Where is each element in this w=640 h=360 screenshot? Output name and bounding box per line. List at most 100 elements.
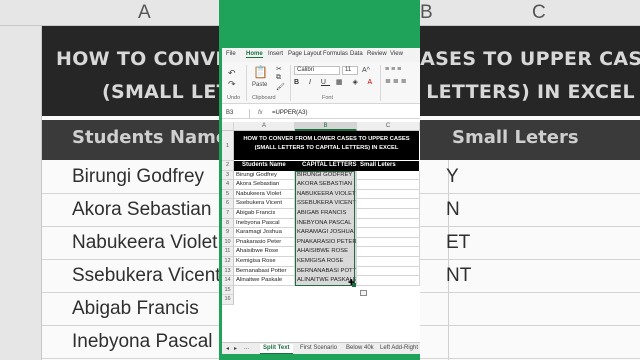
font-name-select[interactable]: Calibri: [294, 66, 340, 75]
cell-a[interactable]: Karamagi Joshua: [234, 228, 295, 238]
menu-insert[interactable]: Insert: [268, 51, 283, 57]
cell-a[interactable]: Inebyona Pascal: [234, 218, 295, 229]
font-grow-icon[interactable]: A^: [362, 67, 370, 74]
cell-b[interactable]: ABIGAB FRANCIS: [295, 209, 357, 219]
cell-c[interactable]: [357, 180, 420, 190]
worksheet-grid[interactable]: A B C 1 2 3 4 5 6 7 8 9 10 11 12 13 14 1…: [222, 122, 420, 342]
bg-header-left: Students Name: [72, 127, 229, 148]
bg-row-text: Nabukeera Violet: [72, 232, 218, 253]
menu-review[interactable]: Review: [367, 51, 387, 57]
cell-b[interactable]: KEMIGISA ROSE: [295, 257, 357, 267]
row-number[interactable]: 14: [222, 276, 234, 286]
bg-row-text: Akora Sebastian: [72, 199, 212, 220]
format-painter-icon[interactable]: 🖌: [276, 83, 285, 91]
font-size-select[interactable]: 11: [342, 66, 358, 75]
row-number[interactable]: 15: [222, 285, 234, 296]
cell-a[interactable]: Akora Sebastian: [234, 180, 295, 190]
cell-c[interactable]: [357, 228, 420, 238]
bg-column-a: A: [138, 2, 151, 23]
cell-c[interactable]: [357, 199, 420, 209]
row-number[interactable]: 16: [222, 295, 234, 305]
cell-b[interactable]: PNAKARASIO PETER: [295, 237, 357, 248]
font-format-buttons[interactable]: B I U ▦ ◈ A: [294, 78, 376, 86]
row-number[interactable]: 13: [222, 266, 234, 277]
cell-a[interactable]: Alinaitwe Paskale: [234, 276, 295, 286]
cell-c[interactable]: [357, 266, 420, 277]
redo-icon[interactable]: ↷: [228, 79, 236, 90]
row-number[interactable]: 10: [222, 237, 234, 248]
tab-split-text[interactable]: Split Text: [260, 344, 293, 354]
undo-icon[interactable]: ↶: [228, 68, 236, 79]
cell-c[interactable]: [357, 218, 420, 229]
sheet-title-line2: (SMALL LETTERS TO CAPITAL LETTERS) IN EX…: [254, 145, 399, 151]
menu-page-layout[interactable]: Page Layout: [288, 51, 322, 57]
cell-b[interactable]: AKORA SEBASTIAN: [295, 180, 357, 190]
row-number[interactable]: 2: [222, 161, 234, 171]
excel-window: File Home Insert Page Layout Formulas Da…: [222, 48, 420, 354]
group-separator: [380, 65, 381, 101]
cell-a[interactable]: Ahaisibwe Rose: [234, 247, 295, 257]
cell-b[interactable]: INEBYONA PASCAL: [295, 218, 357, 229]
quick-analysis-icon[interactable]: [360, 290, 367, 296]
cell-a[interactable]: Ssebukera Vicent: [234, 199, 295, 209]
cell-b[interactable]: SSEBUKERA VICENT: [295, 199, 357, 209]
row-number[interactable]: 7: [222, 209, 234, 219]
align-horizontal-icons[interactable]: ≣≣≣: [385, 77, 409, 85]
paste-icon[interactable]: 📋: [253, 65, 268, 79]
cell-a[interactable]: Bernanabasi Potter: [234, 266, 295, 277]
cut-icon[interactable]: ✂: [276, 65, 282, 73]
sheet-title-banner[interactable]: HOW TO CONVER FROM LOWER CASES TO UPPER …: [234, 131, 419, 160]
row-number[interactable]: 1: [222, 131, 234, 161]
cell-a[interactable]: Abigab Francis: [234, 209, 295, 219]
cell-a[interactable]: Nabukeera Violet: [234, 189, 295, 200]
cell-c[interactable]: [357, 247, 420, 257]
cell-c[interactable]: [357, 209, 420, 219]
menu-data[interactable]: Data: [350, 51, 363, 57]
cell-b[interactable]: AHAISIBWE ROSE: [295, 247, 357, 257]
tab-first-scenario[interactable]: First Scenario: [300, 345, 337, 351]
copy-icon[interactable]: ⧉: [276, 74, 281, 82]
cell-c[interactable]: [357, 276, 420, 286]
select-all-corner[interactable]: [222, 122, 234, 131]
paste-button[interactable]: Paste: [252, 82, 267, 88]
tab-scroll-left-icon[interactable]: ◂: [226, 345, 229, 352]
bg-column-c: C: [532, 2, 546, 23]
bg-row-fragment: NT: [446, 265, 472, 286]
cell-c[interactable]: [357, 170, 420, 181]
column-header-b[interactable]: B: [295, 122, 357, 131]
row-number[interactable]: 5: [222, 189, 234, 200]
row-number[interactable]: 12: [222, 257, 234, 267]
row-number[interactable]: 3: [222, 170, 234, 181]
cell-b[interactable]: BIRUNGI GODFREY: [295, 170, 357, 181]
tab-below-40k[interactable]: Below 40k: [346, 345, 374, 351]
name-box[interactable]: B3: [224, 109, 250, 118]
menu-file[interactable]: File: [226, 51, 236, 57]
cell-a[interactable]: Birungi Godfrey: [234, 170, 295, 181]
cell-b[interactable]: KARAMAGI JOSHUA: [295, 228, 357, 238]
row-number[interactable]: 8: [222, 218, 234, 229]
column-header-c[interactable]: C: [357, 122, 420, 131]
cell-b[interactable]: NABUKEERA VIOLET: [295, 189, 357, 200]
column-header-a[interactable]: A: [234, 122, 295, 131]
tab-more[interactable]: ...: [244, 345, 249, 351]
menu-home[interactable]: Home: [246, 51, 263, 58]
cell-c[interactable]: [357, 237, 420, 248]
cell-c[interactable]: [357, 189, 420, 200]
fx-icon[interactable]: fx: [258, 109, 263, 118]
align-top-icons[interactable]: ≡≡≡: [385, 66, 403, 73]
cell-a[interactable]: Pnakarasio Peter: [234, 237, 295, 248]
row-number[interactable]: 11: [222, 247, 234, 257]
menu-view[interactable]: View: [390, 51, 403, 57]
formula-bar: B3 fx =UPPER(A3): [222, 108, 420, 119]
tab-left-add-right[interactable]: Left Add-Right: [380, 345, 418, 351]
cell-c[interactable]: [357, 257, 420, 267]
tab-scroll-right-icon[interactable]: ▸: [234, 345, 237, 352]
table-header-row[interactable]: Students Name CAPITAL LETTERS Small Lete…: [234, 161, 419, 171]
menu-formulas[interactable]: Formulas: [323, 51, 348, 57]
cell-a[interactable]: Kemigisa Rose: [234, 257, 295, 267]
cell-b[interactable]: BERNANABASI POTTER: [295, 266, 357, 277]
row-number[interactable]: 6: [222, 199, 234, 209]
row-number[interactable]: 4: [222, 180, 234, 190]
row-number[interactable]: 9: [222, 228, 234, 238]
formula-input[interactable]: =UPPER(A3): [272, 109, 308, 118]
